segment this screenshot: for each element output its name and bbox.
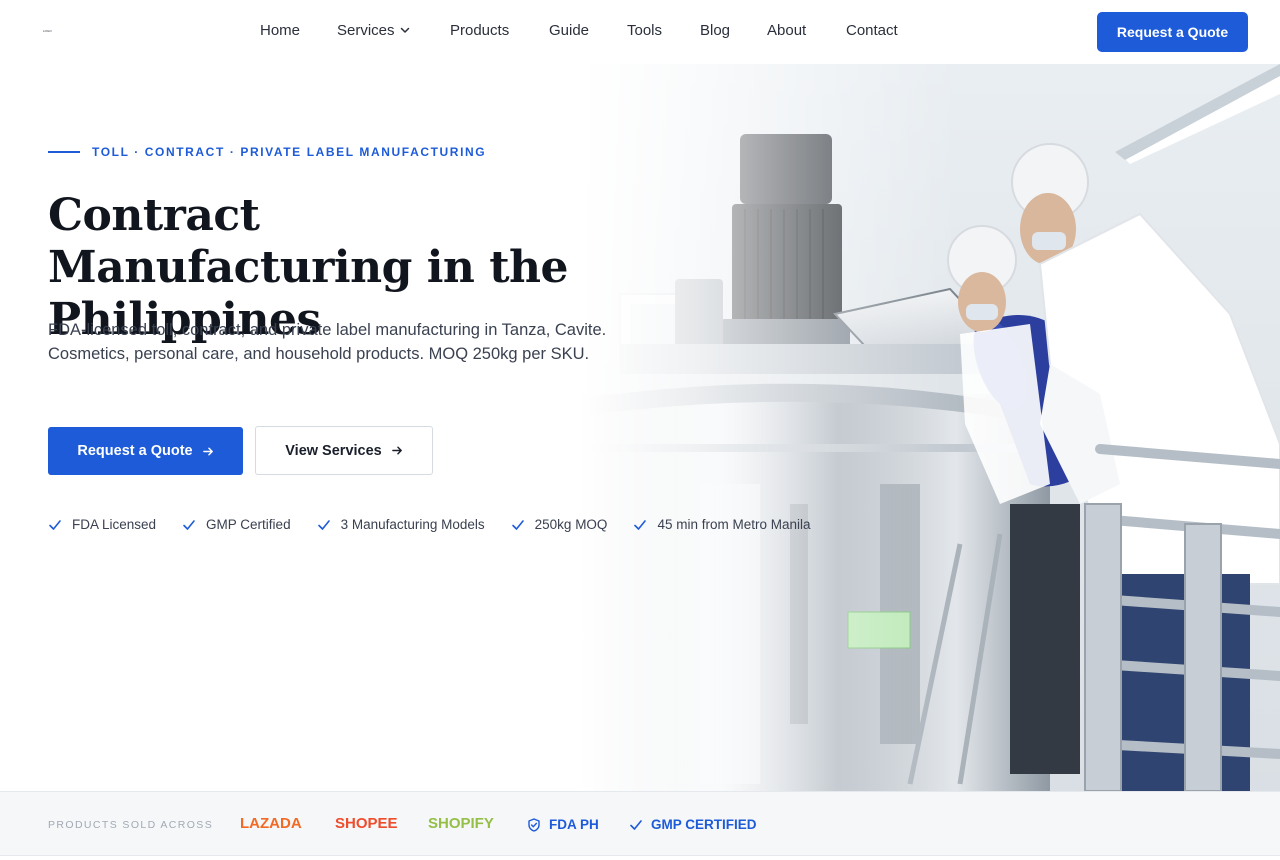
check-icon	[317, 520, 330, 530]
fda-ph-label: FDA PH	[549, 817, 599, 832]
nav-tools[interactable]: Tools	[627, 22, 662, 40]
main-nav: Home Services Products Guide Tools Blog …	[0, 0, 1280, 64]
hero-image-fade	[580, 64, 960, 791]
badge-manufacturing-models: 3 Manufacturing Models	[317, 515, 485, 535]
hero-view-services-button[interactable]: View Services	[255, 426, 433, 475]
shopee-logo: SHOPEE	[335, 815, 398, 832]
trust-bar: PRODUCTS SOLD ACROSS LAZADA SHOPEE SHOPI…	[0, 791, 1280, 856]
shield-check-icon	[528, 818, 540, 832]
check-icon	[49, 520, 61, 530]
nav-about[interactable]: About	[767, 22, 806, 40]
badge-label: 45 min from Metro Manila	[657, 517, 811, 532]
nav-products[interactable]: Products	[450, 22, 509, 40]
arrow-right-icon	[391, 446, 402, 455]
badge-moq: 250kg MOQ	[511, 515, 608, 535]
gmp-certified-badge: GMP CERTIFIED	[629, 816, 757, 834]
fda-ph-badge: FDA PH	[527, 816, 599, 834]
header-request-quote-button[interactable]: Request a Quote	[1097, 12, 1248, 52]
check-icon	[634, 520, 647, 530]
nav-contact[interactable]: Contact	[846, 22, 898, 40]
eyebrow-text: TOLL · CONTRACT · PRIVATE LABEL MANUFACT…	[92, 145, 487, 159]
site-header: LOGO Home Services Products Guide Tools …	[0, 0, 1280, 64]
badge-location: 45 min from Metro Manila	[633, 515, 811, 535]
shopify-logo: SHOPIFY	[428, 815, 494, 832]
badge-label: GMP Certified	[206, 517, 291, 532]
nav-blog[interactable]: Blog	[700, 22, 730, 40]
chevron-down-icon	[400, 27, 409, 33]
hero-badges: FDA Licensed GMP Certified 3 Manufacturi…	[48, 515, 837, 535]
nav-home[interactable]: Home	[260, 22, 300, 40]
hero-request-quote-button[interactable]: Request a Quote	[48, 427, 243, 475]
badge-label: 250kg MOQ	[534, 517, 608, 532]
hero-request-quote-label: Request a Quote	[77, 443, 193, 459]
hero-factory-image	[580, 64, 1280, 791]
check-icon	[630, 820, 642, 830]
hero-eyebrow: TOLL · CONTRACT · PRIVATE LABEL MANUFACT…	[48, 144, 486, 160]
check-icon	[511, 520, 524, 530]
gmp-certified-label: GMP CERTIFIED	[651, 817, 757, 832]
nav-services-label: Services	[337, 22, 395, 39]
check-icon	[183, 520, 195, 530]
arrow-right-icon	[202, 447, 213, 455]
badge-gmp-certified: GMP Certified	[182, 515, 291, 535]
trust-label: PRODUCTS SOLD ACROSS	[48, 819, 214, 831]
hero-description: FDA-licensed toll, contract, and private…	[48, 321, 607, 363]
eyebrow-line	[48, 151, 80, 153]
lazada-logo: LAZADA	[240, 815, 302, 832]
nav-services[interactable]: Services	[337, 22, 411, 40]
nav-guide[interactable]: Guide	[549, 22, 589, 40]
hero-view-services-label: View Services	[285, 442, 382, 459]
badge-label: FDA Licensed	[72, 517, 157, 532]
badge-label: 3 Manufacturing Models	[340, 517, 485, 532]
badge-fda-licensed: FDA Licensed	[48, 515, 156, 535]
